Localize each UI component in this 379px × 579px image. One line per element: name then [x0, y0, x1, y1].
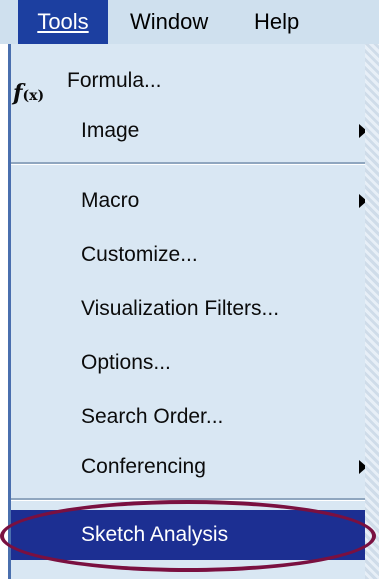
menu-item-options-label: Options... — [81, 351, 171, 374]
menu-item-formula-label: Formula... — [67, 69, 162, 92]
menu-edge-texture — [365, 44, 379, 579]
menu-item-visualization-filters[interactable]: Visualization Filters... — [11, 284, 367, 334]
menu-window-label: Window — [130, 9, 209, 34]
menu-item-search-order[interactable]: Search Order... — [11, 392, 367, 442]
menu-item-image-label: Image — [81, 119, 140, 142]
menu-item-customize[interactable]: Customize... — [11, 230, 367, 280]
menu-item-visualization-filters-label: Visualization Filters... — [81, 297, 280, 320]
menu-item-sketch-analysis-label: Sketch Analysis — [81, 523, 229, 546]
menu-bar: Tools Window Help — [0, 0, 379, 44]
menu-item-macro-label: Macro — [81, 189, 140, 212]
menu-item-image[interactable]: Image — [11, 106, 367, 156]
menu-item-sketch-analysis[interactable]: Sketch Analysis — [11, 510, 367, 560]
menu-separator — [11, 498, 367, 501]
menu-help-label: Help — [254, 9, 300, 34]
menu-item-conferencing[interactable]: Conferencing — [11, 442, 367, 492]
menu-item-customize-label: Customize... — [81, 243, 198, 266]
menu-tools-label: Tools — [37, 9, 89, 34]
menu-item-search-order-label: Search Order... — [81, 405, 224, 428]
tools-dropdown-menu: f(x) Formula... Image Macro Customize...… — [8, 44, 379, 579]
menu-tools[interactable]: Tools — [18, 0, 108, 44]
menu-window[interactable]: Window — [130, 0, 208, 44]
menu-item-formula[interactable]: f(x) Formula... — [11, 56, 367, 106]
menu-item-conferencing-label: Conferencing — [81, 455, 206, 478]
menu-item-options[interactable]: Options... — [11, 338, 367, 388]
menu-item-macro[interactable]: Macro — [11, 176, 367, 226]
menu-separator — [11, 162, 367, 165]
menu-help[interactable]: Help — [254, 0, 299, 44]
